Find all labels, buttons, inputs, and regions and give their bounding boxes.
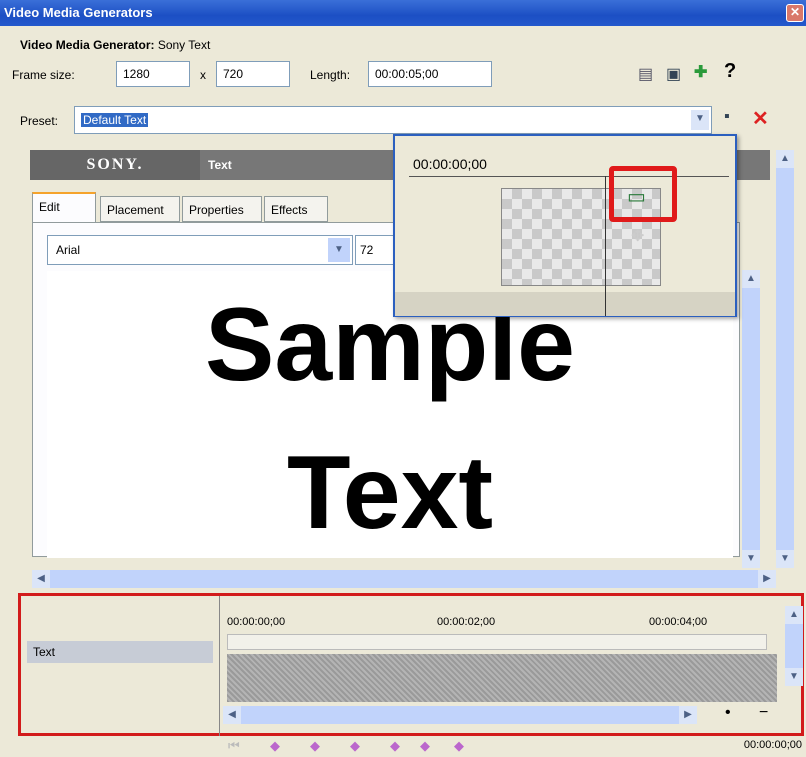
plugin-name: Text xyxy=(208,158,232,172)
popup-time: 00:00:00;00 xyxy=(413,156,487,172)
preset-select[interactable]: Default Text ▼ xyxy=(74,106,712,134)
window-titlebar: Video Media Generators ✕ xyxy=(0,0,806,26)
tick-label: 00:00:02;00 xyxy=(437,616,496,628)
keyframe-row[interactable] xyxy=(227,634,767,650)
font-size-select[interactable]: 72 xyxy=(355,235,395,265)
tick-label: 00:00:00;00 xyxy=(227,616,286,628)
chevron-down-icon[interactable]: ▼ xyxy=(328,238,350,262)
frame-x-label: x xyxy=(200,68,206,82)
scroll-left-icon[interactable]: ◀ xyxy=(223,706,241,724)
panel-horizontal-scrollbar[interactable]: ◀ ▶ xyxy=(32,570,776,588)
scroll-right-icon[interactable]: ▶ xyxy=(679,706,697,724)
window-title: Video Media Generators xyxy=(4,5,153,20)
frame-height-input[interactable]: 720 xyxy=(216,61,290,87)
add-icon[interactable]: ✚ xyxy=(694,62,707,82)
scroll-up-icon[interactable]: ▲ xyxy=(776,150,794,168)
frame-width-input[interactable]: 1280 xyxy=(116,61,190,87)
preset-label: Preset: xyxy=(20,114,59,128)
font-family-value: Arial xyxy=(56,243,81,257)
tab-edit[interactable]: Edit xyxy=(32,192,96,222)
generator-name: Sony Text xyxy=(157,38,211,52)
delete-keyframe-icon[interactable]: ◆ xyxy=(350,738,360,754)
scroll-left-icon[interactable]: ◀ xyxy=(32,570,50,588)
scroll-down-icon[interactable]: ▼ xyxy=(742,550,760,568)
save-preset-icon[interactable]: ▪ xyxy=(724,108,730,126)
length-input[interactable]: 00:00:05;00 xyxy=(368,61,492,87)
close-icon[interactable]: ✕ xyxy=(786,4,804,22)
panel-vertical-scrollbar[interactable]: ▲ ▼ xyxy=(776,150,794,568)
sample-text-line2: Text xyxy=(286,435,494,551)
zoom-in-icon[interactable]: • xyxy=(725,704,731,722)
zoom-out-icon[interactable]: − xyxy=(759,704,768,722)
scroll-up-icon[interactable]: ▲ xyxy=(785,606,803,624)
tool-icon[interactable]: ▣ xyxy=(666,64,681,84)
timeline-vertical-scrollbar[interactable]: ▲ ▼ xyxy=(785,606,803,686)
generator-label: Video Media Generator: Sony Text xyxy=(20,38,211,52)
transport-bar: ⏮ ◆ ◆ ◆ ◆ ◆ ◆ 00:00:00;00 xyxy=(220,736,806,757)
track-label[interactable]: Text xyxy=(27,641,213,663)
scroll-up-icon[interactable]: ▲ xyxy=(742,270,760,288)
sync-cursor-icon[interactable]: ▭ xyxy=(627,184,646,209)
sony-logo: SONY. xyxy=(30,150,200,180)
popup-cursor xyxy=(605,176,606,316)
help-icon[interactable]: ? xyxy=(724,60,736,83)
font-family-select[interactable]: Arial ▼ xyxy=(47,235,353,265)
zoom-callout: 00:00:00;00 ▭ ✥ xyxy=(393,134,737,317)
tab-placement[interactable]: Placement xyxy=(100,196,180,222)
end-time: 00:00:00;00 xyxy=(743,739,802,751)
scroll-down-icon[interactable]: ▼ xyxy=(776,550,794,568)
frame-size-label: Frame size: xyxy=(12,68,75,82)
scroll-down-icon[interactable]: ▼ xyxy=(785,668,803,686)
timeline-divider xyxy=(219,596,220,736)
last-keyframe-icon[interactable]: ◆ xyxy=(420,738,430,754)
prev-keyframe-icon[interactable]: ◆ xyxy=(270,738,280,754)
save-frame-icon[interactable]: ▤ xyxy=(638,64,653,84)
text-vertical-scrollbar[interactable]: ▲ ▼ xyxy=(742,270,760,568)
timeline-horizontal-scrollbar[interactable]: ◀ ▶ xyxy=(223,706,697,724)
keyframe-timeline: Text 00:00:00;00 00:00:02;00 00:00:04;00… xyxy=(18,593,804,736)
delete-preset-icon[interactable]: ✕ xyxy=(752,106,769,131)
add-keyframe-icon[interactable]: ◆ xyxy=(310,738,320,754)
popup-ruler xyxy=(409,176,729,177)
first-keyframe-icon[interactable]: ⏮ xyxy=(228,738,240,754)
tab-properties[interactable]: Properties xyxy=(182,196,262,222)
popup-footer xyxy=(395,292,735,316)
preset-value: Default Text xyxy=(81,113,149,127)
timeline-track xyxy=(227,654,777,702)
next-keyframe-icon[interactable]: ◆ xyxy=(390,738,400,754)
chevron-down-icon[interactable]: ▼ xyxy=(691,110,709,130)
length-label: Length: xyxy=(310,68,351,82)
timeline-ruler-area[interactable]: 00:00:00;00 00:00:02;00 00:00:04;00 xyxy=(221,606,781,706)
tick-label: 00:00:04;00 xyxy=(649,616,708,628)
move-icon[interactable]: ✥ xyxy=(631,226,644,246)
scroll-right-icon[interactable]: ▶ xyxy=(758,570,776,588)
tab-effects[interactable]: Effects xyxy=(264,196,328,222)
keyframe-type-icon[interactable]: ◆ xyxy=(454,738,464,754)
